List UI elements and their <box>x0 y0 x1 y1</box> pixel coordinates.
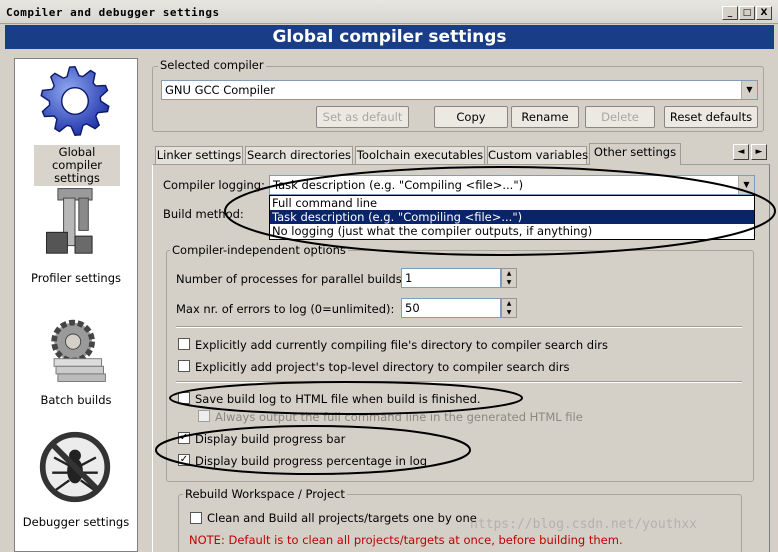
compiler-independent-label: Compiler-independent options <box>170 243 348 257</box>
watermark: https://blog.csdn.net/youthxx <box>470 517 697 532</box>
tab-scroll-right-button[interactable]: ► <box>751 144 767 160</box>
add-project-dir-label: Explicitly add project's top-level direc… <box>195 360 570 374</box>
checkbox-add-file-dir[interactable] <box>178 338 190 350</box>
tab-search-directories[interactable]: Search directories <box>245 146 353 164</box>
rebuild-group-label: Rebuild Workspace / Project <box>183 487 347 501</box>
tab-custom-variables[interactable]: Custom variables <box>487 146 588 164</box>
chevron-down-icon[interactable]: ▼ <box>741 81 757 99</box>
parallel-builds-input[interactable]: 1 <box>401 268 501 288</box>
window-title: Compiler and debugger settings <box>6 6 220 19</box>
sidebar-item-debugger[interactable]: Debugger settings <box>15 429 137 539</box>
divider <box>176 381 742 383</box>
compiler-logging-select[interactable]: Task description (e.g. "Compiling <file>… <box>269 175 755 195</box>
progress-bar-label: Display build progress bar <box>195 432 346 446</box>
sidebar-item-label: Batch builds <box>40 393 112 407</box>
checkbox-progress-bar[interactable]: ✓ <box>178 432 190 444</box>
maximize-button[interactable]: □ <box>739 6 755 20</box>
parallel-builds-stepper[interactable]: ▲ ▼ <box>501 268 517 288</box>
logging-option-none[interactable]: No logging (just what the compiler outpu… <box>270 224 754 238</box>
sidebar-item-label: Global compiler settings <box>34 145 120 186</box>
minimize-button[interactable]: _ <box>722 6 738 20</box>
compiler-logging-dropdown: Full command line Task description (e.g.… <box>269 195 755 240</box>
checkbox-clean-build-one-by-one[interactable] <box>190 512 202 524</box>
checkbox-full-command-html[interactable] <box>198 410 210 422</box>
logging-option-task[interactable]: Task description (e.g. "Compiling <file>… <box>270 210 754 224</box>
tab-toolchain-executables[interactable]: Toolchain executables <box>355 146 485 164</box>
caliper-icon <box>46 188 93 254</box>
no-bug-icon <box>39 431 111 503</box>
sidebar-item-batch-builds[interactable]: Batch builds <box>15 309 137 414</box>
sidebar-label-line: Global compiler <box>51 145 103 172</box>
save-html-log-label: Save build log to HTML file when build i… <box>195 392 481 406</box>
progress-percentage-label: Display build progress percentage in log <box>195 454 428 468</box>
tab-scroll-left-button[interactable]: ◄ <box>733 144 749 160</box>
title-bar: Compiler and debugger settings _ □ X <box>0 0 778 24</box>
full-command-html-label: Always output the full command line in t… <box>215 410 583 424</box>
sidebar: Global compiler settings Profiler settin… <box>14 58 138 552</box>
page-title: Global compiler settings <box>5 25 774 49</box>
tab-other-settings[interactable]: Other settings <box>589 143 681 165</box>
logging-option-full[interactable]: Full command line <box>270 196 754 210</box>
max-errors-label: Max nr. of errors to log (0=unlimited): <box>176 302 395 316</box>
close-button[interactable]: X <box>756 6 772 20</box>
rebuild-note: NOTE: Default is to clean all projects/t… <box>189 533 623 547</box>
checkbox-progress-percentage[interactable]: ✓ <box>178 454 190 466</box>
batch-gear-icon <box>51 319 106 382</box>
checkbox-add-project-dir[interactable] <box>178 360 190 372</box>
rename-button[interactable]: Rename <box>511 106 579 128</box>
selected-compiler-label: Selected compiler <box>158 58 266 72</box>
parallel-builds-label: Number of processes for parallel builds: <box>176 272 406 286</box>
build-method-label: Build method: <box>163 207 244 221</box>
delete-button[interactable]: Delete <box>585 106 655 128</box>
compiler-select-value: GNU GCC Compiler <box>165 83 275 97</box>
compiler-select[interactable]: GNU GCC Compiler ▼ <box>161 80 758 100</box>
set-default-button[interactable]: Set as default <box>316 106 409 128</box>
divider <box>176 326 742 328</box>
checkbox-save-html-log[interactable] <box>178 392 190 404</box>
chevron-down-icon[interactable]: ▼ <box>738 176 754 194</box>
copy-button[interactable]: Copy <box>434 106 508 128</box>
gear-icon <box>40 66 110 136</box>
compiler-logging-label: Compiler logging: <box>163 178 265 192</box>
sidebar-item-label: Profiler settings <box>30 271 121 285</box>
tab-linker-settings[interactable]: Linker settings <box>155 146 243 164</box>
sidebar-item-global-compiler[interactable]: Global compiler settings <box>15 59 137 186</box>
max-errors-input[interactable]: 50 <box>401 298 501 318</box>
add-file-dir-label: Explicitly add currently compiling file'… <box>195 338 608 352</box>
settings-window: Compiler and debugger settings _ □ X Glo… <box>0 0 778 552</box>
sidebar-item-profiler[interactable]: Profiler settings <box>15 181 137 291</box>
clean-build-label: Clean and Build all projects/targets one… <box>207 511 477 525</box>
compiler-logging-value: Task description (e.g. "Compiling <file>… <box>273 178 524 192</box>
reset-defaults-button[interactable]: Reset defaults <box>664 106 758 128</box>
sidebar-item-label: Debugger settings <box>22 515 130 529</box>
max-errors-stepper[interactable]: ▲ ▼ <box>501 298 517 318</box>
